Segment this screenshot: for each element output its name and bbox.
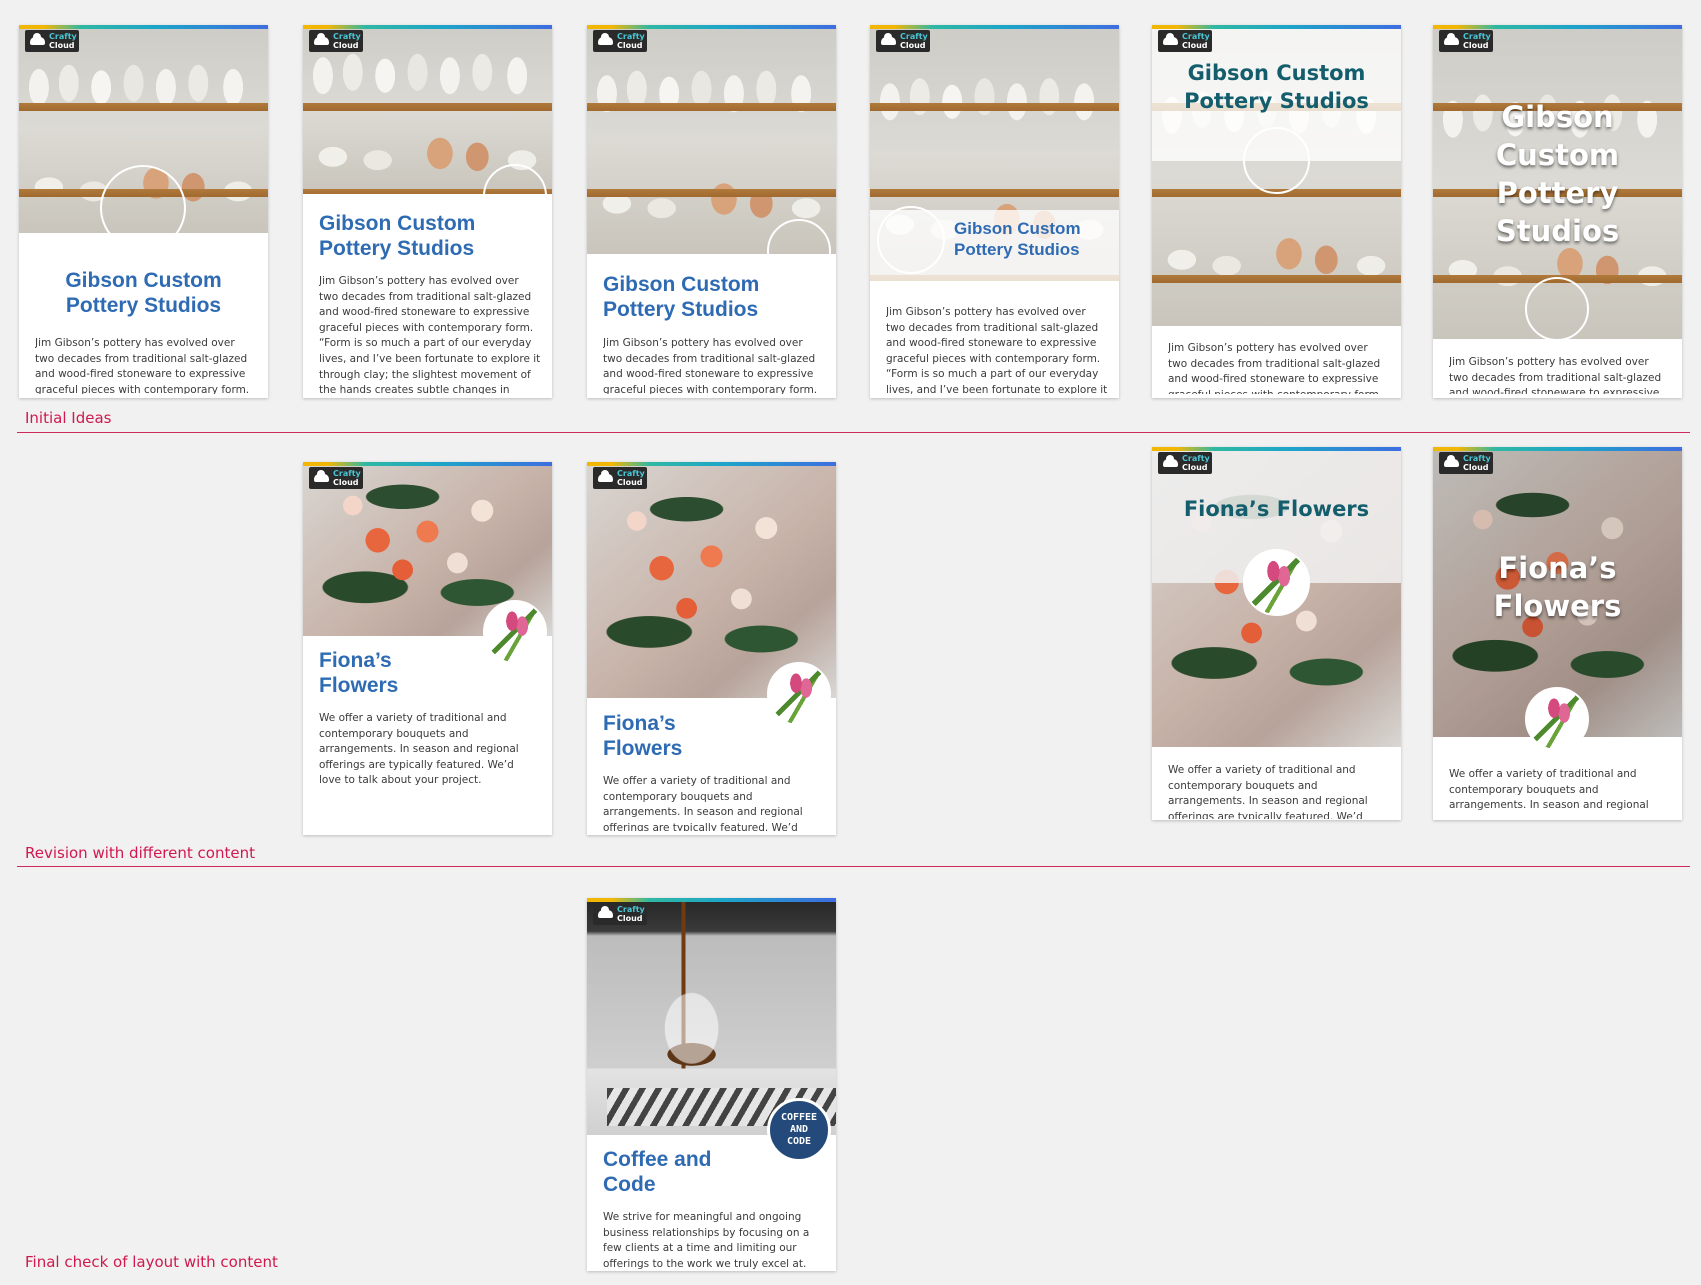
cloud-icon (314, 33, 329, 45)
card-title: Fiona’s Flowers (1183, 497, 1370, 521)
avatar (767, 219, 831, 283)
card-body: Jim Gibson’s pottery has evolved over tw… (319, 275, 541, 394)
section-divider (17, 866, 1690, 867)
card-title: Gibson Custom Pottery Studios (65, 269, 222, 317)
crafty-cloud-logo: Crafty Cloud (1439, 30, 1493, 52)
card-title: Gibson Custom Pottery Studios (954, 219, 1081, 259)
tulip-avatar (1243, 549, 1310, 616)
crafty-cloud-logo: Crafty Cloud (593, 30, 647, 52)
brand-gradient-bar (303, 462, 552, 466)
cloud-icon (1163, 33, 1178, 45)
card-body: We strive for meaningful and ongoing bus… (603, 1211, 810, 1270)
card-body: We offer a variety of traditional and co… (603, 775, 803, 831)
pottery-card-6[interactable]: Crafty Cloud Gibson Custom Pottery Studios J… (1433, 25, 1682, 398)
card-body: Jim Gibson’s pottery has evolved over tw… (1449, 356, 1662, 394)
avatar (100, 165, 186, 251)
card-title: Gibson Custom Pottery Studios (603, 273, 760, 321)
brand-gradient-bar (587, 462, 836, 466)
card-title: Gibson Custom Pottery Studios (319, 212, 476, 260)
coffee-card[interactable]: Crafty Cloud COFFEE AND CODE Coffee and Code… (587, 898, 836, 1271)
brand-gradient-bar (1152, 447, 1401, 451)
cloud-icon (1444, 455, 1459, 467)
tulip-avatar (1525, 687, 1589, 751)
card-title: Fiona’s Flowers (1493, 551, 1622, 623)
card-body: Jim Gibson’s pottery has evolved over tw… (603, 337, 818, 394)
brand-gradient-bar (1152, 25, 1401, 29)
flowers-card-1[interactable]: Crafty Cloud Fiona’s Flowers We offer a va… (303, 462, 552, 835)
crafty-cloud-logo: Crafty Cloud (876, 30, 930, 52)
brand-gradient-bar (587, 25, 836, 29)
pottery-card-5[interactable]: Crafty Cloud Gibson Custom Pottery Studios… (1152, 25, 1401, 398)
cloud-icon (598, 470, 613, 482)
coffee-code-badge: COFFEE AND CODE (767, 1098, 831, 1162)
section-label-initial: Initial Ideas (25, 409, 112, 427)
avatar (1243, 127, 1310, 194)
cloud-icon (30, 33, 45, 45)
crafty-cloud-logo: Crafty Cloud (1158, 452, 1212, 474)
section-divider (17, 432, 1690, 433)
card-title: Gibson Custom Pottery Studios (1184, 61, 1369, 113)
cloud-icon (598, 33, 613, 45)
card-title: Gibson Custom Pottery Studios (1495, 100, 1620, 248)
crafty-cloud-logo: Crafty Cloud (25, 30, 79, 52)
pottery-card-4[interactable]: Crafty Cloud Gibson Custom Pottery Studios… (870, 25, 1119, 398)
card-title: Fiona’s Flowers (603, 712, 683, 760)
cloud-icon (1163, 455, 1178, 467)
card-body: We offer a variety of traditional and co… (1449, 768, 1649, 815)
cloud-icon (598, 906, 613, 918)
crafty-cloud-logo: Crafty Cloud (593, 467, 647, 489)
tulip-avatar (483, 600, 547, 664)
pottery-card-3[interactable]: Crafty Cloud Gibson Custom Pottery Studios… (587, 25, 836, 398)
tulip-avatar (767, 662, 831, 726)
brand-gradient-bar (1433, 25, 1682, 29)
brand-gradient-bar (303, 25, 552, 29)
crafty-cloud-logo: Crafty Cloud (309, 467, 363, 489)
card-body: Jim Gibson’s pottery has evolved over tw… (1168, 342, 1382, 394)
crafty-cloud-logo: Crafty Cloud (309, 30, 363, 52)
pottery-card-2[interactable]: Crafty Cloud Gibson Custom Pottery Studios… (303, 25, 552, 398)
cloud-icon (1444, 33, 1459, 45)
cloud-icon (314, 470, 329, 482)
pottery-card-1[interactable]: Crafty Cloud Gibson Custom Pottery Studios… (19, 25, 268, 398)
crafty-cloud-logo: Crafty Cloud (593, 903, 647, 925)
flowers-card-3[interactable]: Crafty Cloud Fiona’s Flowers We offer a v… (1152, 447, 1401, 820)
card-body: Jim Gibson’s pottery has evolved over tw… (35, 337, 250, 394)
avatar (877, 206, 945, 274)
brand-gradient-bar (870, 25, 1119, 29)
section-label-revision: Revision with different content (25, 844, 255, 862)
card-body: We offer a variety of traditional and co… (1168, 764, 1368, 819)
card-body: We offer a variety of traditional and co… (319, 712, 519, 787)
avatar (1525, 277, 1589, 341)
flowers-card-2[interactable]: Crafty Cloud Fiona’s Flowers We offer a va… (587, 462, 836, 835)
brand-gradient-bar (587, 898, 836, 902)
crafty-cloud-logo: Crafty Cloud (1439, 452, 1493, 474)
card-title: Coffee and Code (603, 1148, 712, 1196)
card-body: Jim Gibson’s pottery has evolved over tw… (886, 306, 1108, 394)
cloud-icon (881, 33, 896, 45)
brand-gradient-bar (1433, 447, 1682, 451)
crafty-cloud-logo: Crafty Cloud (1158, 30, 1212, 52)
card-title: Fiona’s Flowers (319, 649, 399, 697)
brand-gradient-bar (19, 25, 268, 29)
section-label-final: Final check of layout with content (25, 1253, 278, 1271)
flowers-card-4[interactable]: Crafty Cloud Fiona’s Flowers We offer a va… (1433, 447, 1682, 820)
avatar (483, 164, 547, 228)
